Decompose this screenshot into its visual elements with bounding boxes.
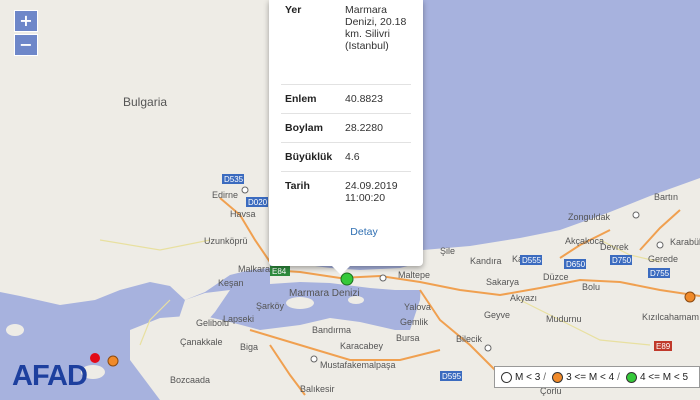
- city-label: Kandıra: [470, 256, 502, 266]
- popup-row-date: Tarih 24.09.2019 11:00:20: [281, 172, 411, 215]
- land-anatolia-south: [130, 315, 430, 400]
- city-label: Bursa: [396, 333, 420, 343]
- city-dot: [310, 355, 318, 363]
- city-label: Kızılcahamam: [642, 312, 699, 322]
- detail-link[interactable]: Detay: [269, 226, 459, 238]
- magnitude-legend: M < 3 / 3 <= M < 4 / 4 <= M < 5: [494, 366, 700, 388]
- city-label: Bartın: [654, 192, 678, 202]
- road-shield: D750: [612, 256, 632, 265]
- city-label: Zonguldak: [568, 212, 611, 222]
- zoom-in-button[interactable]: +: [14, 10, 38, 32]
- legend-label: 3 <= M < 4: [566, 371, 615, 383]
- afad-logo: AFAD: [12, 360, 88, 392]
- city-label: Devrek: [600, 242, 629, 252]
- popup-key: Büyüklük: [281, 142, 341, 172]
- road-shield: D020: [248, 198, 268, 207]
- city-label: Yalova: [404, 302, 431, 312]
- city-label: Bozcaada: [170, 375, 210, 385]
- popup-row-magnitude: Büyüklük 4.6: [281, 142, 411, 172]
- city-label: Gemlik: [400, 317, 429, 327]
- legend-dot-orange: [552, 371, 564, 383]
- city-label: Bandırma: [312, 325, 351, 335]
- city-label: Mustafakemalpaşa: [320, 360, 396, 370]
- legend-label: M < 3: [515, 371, 541, 383]
- city-label: Balıkesir: [300, 384, 335, 394]
- island: [6, 324, 24, 336]
- road-shield: E89: [656, 342, 671, 351]
- zoom-out-button[interactable]: −: [14, 34, 38, 56]
- popup-row-latitude: Enlem 40.8823: [281, 84, 411, 114]
- city-label: Düzce: [543, 272, 569, 282]
- popup-key: Boylam: [281, 113, 341, 143]
- road-shield: D595: [442, 372, 462, 381]
- popup-value: 24.09.2019 11:00:20: [345, 180, 398, 204]
- city-label: Bilecik: [456, 334, 483, 344]
- road-shield: D755: [650, 269, 670, 278]
- country-label: Bulgaria: [123, 95, 167, 109]
- city-label: Malkara: [238, 264, 270, 274]
- city-label: Maltepe: [398, 270, 430, 280]
- city-label: Şarköy: [256, 301, 285, 311]
- land-thrace: [0, 0, 270, 305]
- city-label: Şile: [440, 246, 455, 256]
- popup-value: Marmara Denizi, 20.18 km. Silivri (Istan…: [341, 0, 411, 85]
- city-label: Uzunköprü: [204, 236, 248, 246]
- earthquake-marker-orange[interactable]: [107, 355, 119, 367]
- city-label: Mudurnu: [546, 314, 582, 324]
- city-dot: [632, 211, 640, 219]
- city-label: Lapseki: [223, 314, 254, 324]
- legend-dot-green: [625, 371, 637, 383]
- popup-key: Tarih: [285, 180, 310, 192]
- road-shield: E84: [272, 267, 287, 276]
- road-shield: D650: [566, 260, 586, 269]
- city-dot: [484, 344, 492, 352]
- popup-key: Yer: [281, 0, 341, 85]
- popup-pointer: [331, 265, 351, 275]
- city-label: Bolu: [582, 282, 600, 292]
- popup-key: Enlem: [281, 84, 341, 114]
- city-label: Karabük: [670, 237, 700, 247]
- city-label: Karacabey: [340, 341, 384, 351]
- city-label: Edirne: [212, 190, 238, 200]
- road-shield: D555: [522, 256, 542, 265]
- popup-row-location: Yer Marmara Denizi, 20.18 km. Silivri (I…: [281, 0, 411, 85]
- sea-label: Marmara Denizi: [289, 288, 360, 299]
- city-label: Biga: [240, 342, 258, 352]
- city-label: Geyve: [484, 310, 510, 320]
- earthquake-marker-orange[interactable]: [684, 291, 696, 303]
- city-label: Gerede: [648, 254, 678, 264]
- flag-icon: [90, 353, 100, 363]
- city-label: Çanakkale: [180, 337, 223, 347]
- city-label: Havsa: [230, 209, 256, 219]
- city-label: Akyazı: [510, 293, 537, 303]
- popup-value: 28.2280: [341, 113, 411, 143]
- popup-table: Yer Marmara Denizi, 20.18 km. Silivri (I…: [281, 0, 411, 214]
- city-dot: [379, 274, 387, 282]
- popup-row-longitude: Boylam 28.2280: [281, 113, 411, 143]
- city-label: Sakarya: [486, 277, 519, 287]
- road-shield: D535: [224, 175, 244, 184]
- city-dot: [656, 241, 664, 249]
- city-label: Akçakoca: [565, 236, 604, 246]
- legend-label: 4 <= M < 5: [639, 371, 689, 383]
- popup-value: 4.6: [341, 142, 411, 172]
- earthquake-popup: Yer Marmara Denizi, 20.18 km. Silivri (I…: [269, 0, 423, 266]
- city-label: Keşan: [218, 278, 244, 288]
- popup-value: 40.8823: [341, 84, 411, 114]
- city-dot: [241, 186, 249, 194]
- legend-dot-white: [501, 371, 512, 383]
